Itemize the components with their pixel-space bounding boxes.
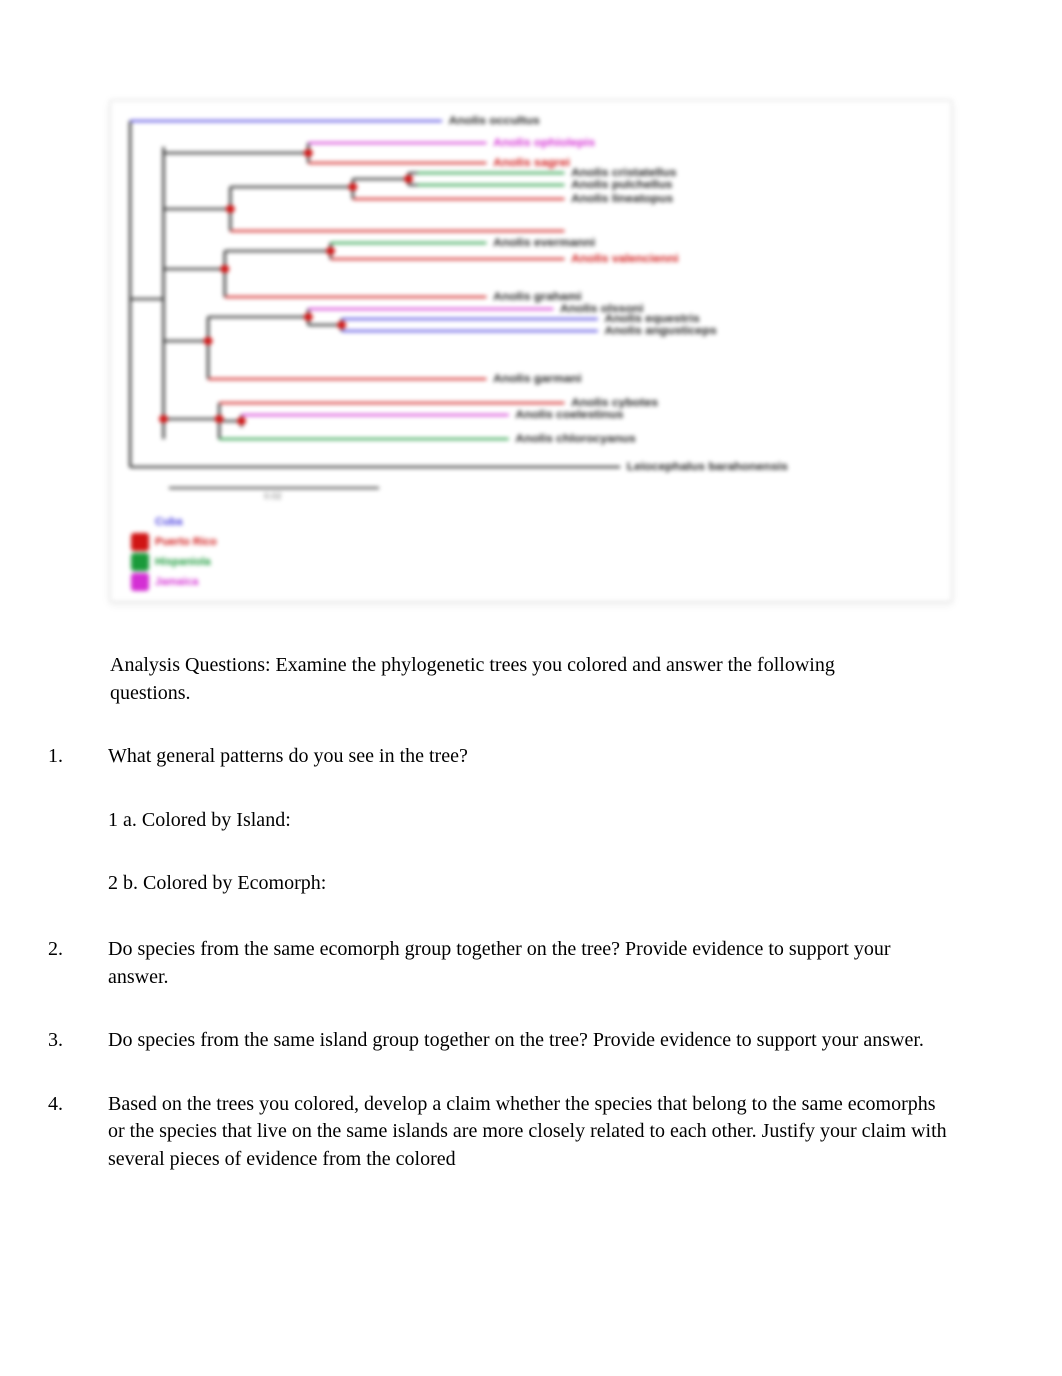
taxon-label: Anolis chlorocyanus xyxy=(515,433,635,445)
taxon-label: Anolis ophiolepis xyxy=(493,137,595,149)
legend-item: Puerto Rico xyxy=(131,533,943,551)
scale-bar xyxy=(169,487,379,489)
taxon-label: Anolis valencienni xyxy=(571,253,678,265)
legend-item: Jamaica xyxy=(131,573,943,591)
taxon-label: Anolis occultus xyxy=(449,115,540,127)
taxon-label: Anolis grahami xyxy=(493,291,581,303)
phylogenetic-tree-figure: Anolis occultus Anolis ophiolepis Anolis… xyxy=(110,100,952,602)
question-number: 1. xyxy=(48,743,108,900)
taxon-label: Anolis coelestinus xyxy=(515,409,623,421)
phylogenetic-tree-plot: Anolis occultus Anolis ophiolepis Anolis… xyxy=(119,109,943,479)
question-number: 2. xyxy=(48,936,108,991)
question-text: What general patterns do you see in the … xyxy=(108,743,952,771)
taxon-label: Anolis evermanni xyxy=(493,237,595,249)
intro-text: Analysis Questions: Examine the phylogen… xyxy=(110,652,902,707)
question-number: 3. xyxy=(48,1027,108,1055)
taxon-label: Anolis cristatellus xyxy=(571,167,676,179)
legend-swatch xyxy=(131,513,149,531)
legend-item: Hispaniola xyxy=(131,553,943,571)
question-1: 1. What general patterns do you see in t… xyxy=(50,743,952,900)
legend-swatch xyxy=(131,533,149,551)
legend-label: Jamaica xyxy=(155,576,198,588)
legend-label: Hispaniola xyxy=(155,556,211,568)
taxon-label: Anolis garmani xyxy=(493,373,581,385)
scale-bar-area: 0.02 xyxy=(169,487,943,501)
taxon-label: Anolis pulchellus xyxy=(571,179,672,191)
question-3: 3. Do species from the same island group… xyxy=(50,1027,952,1055)
taxon-label: Anolis sagrei xyxy=(493,157,570,169)
legend-item: Cuba xyxy=(131,513,943,531)
question-1b: 2 b. Colored by Ecomorph: xyxy=(108,870,952,898)
taxon-label: Anolis cybotes xyxy=(571,397,658,409)
legend-label: Puerto Rico xyxy=(155,536,217,548)
question-text: Do species from the same ecomorph group … xyxy=(108,936,952,991)
scale-bar-value: 0.02 xyxy=(264,491,943,501)
taxon-label: Anolis equestris xyxy=(604,313,699,325)
question-1a: 1 a. Colored by Island: xyxy=(108,807,952,835)
question-4: 4. Based on the trees you colored, devel… xyxy=(50,1091,952,1174)
question-2: 2. Do species from the same ecomorph gro… xyxy=(50,936,952,991)
taxon-label: Anolis angusticeps xyxy=(604,325,716,337)
legend-label: Cuba xyxy=(155,516,183,528)
question-number: 4. xyxy=(48,1091,108,1174)
question-text: Do species from the same island group to… xyxy=(108,1027,952,1055)
legend: Cuba Puerto Rico Hispaniola Jamaica xyxy=(131,513,943,591)
legend-swatch xyxy=(131,553,149,571)
taxon-label: Anolis lineatopus xyxy=(571,193,673,205)
legend-swatch xyxy=(131,573,149,591)
question-text: Based on the trees you colored, develop … xyxy=(108,1091,952,1174)
outgroup-label: Leiocephalus barahonensis xyxy=(627,461,788,473)
